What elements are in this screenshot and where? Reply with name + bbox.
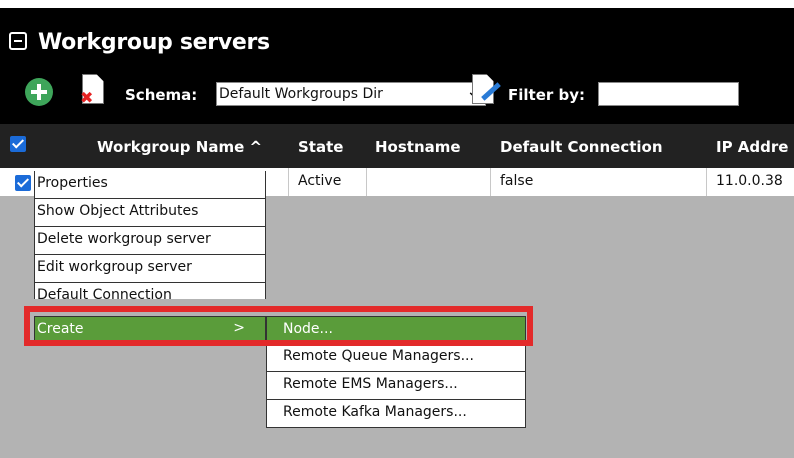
filter-edit-document-icon[interactable]	[472, 74, 504, 108]
column-workgroup-name[interactable]: Workgroup Name ^	[97, 138, 262, 156]
annotation-highlight-box	[24, 306, 533, 346]
menu-item-edit-workgroup-server[interactable]: Edit workgroup server	[34, 255, 266, 283]
workgroup-servers-panel: Workgroup servers ✖ Schema: Default Work…	[0, 0, 794, 458]
filter-label: Filter by:	[508, 86, 586, 104]
schema-select[interactable]: Default Workgroups Dir	[216, 82, 486, 106]
panel-title: Workgroup servers	[38, 30, 270, 55]
column-divider	[366, 168, 367, 196]
select-all-checkbox[interactable]	[10, 136, 26, 152]
column-ip-address[interactable]: IP Addre	[716, 138, 788, 156]
collapse-minus-icon[interactable]	[9, 32, 27, 50]
submenu-item-remote-queue-managers[interactable]: Remote Queue Managers...	[266, 344, 526, 372]
schema-label: Schema:	[125, 86, 198, 104]
add-plus-circle-icon[interactable]	[25, 78, 53, 106]
submenu-item-remote-ems-managers[interactable]: Remote EMS Managers...	[266, 372, 526, 400]
cell-default-connection: false	[500, 173, 534, 189]
delete-document-icon[interactable]: ✖	[78, 74, 108, 108]
column-hostname[interactable]: Hostname	[375, 138, 461, 156]
column-default-connection[interactable]: Default Connection	[500, 138, 663, 156]
column-state[interactable]: State	[298, 138, 343, 156]
menu-item-show-object-attributes[interactable]: Show Object Attributes	[34, 199, 266, 227]
cell-state: Active	[298, 173, 342, 189]
table-column-header: Workgroup Name ^ State Hostname Default …	[0, 124, 794, 168]
filter-input[interactable]	[598, 82, 739, 106]
menu-item-delete-workgroup-server[interactable]: Delete workgroup server	[34, 227, 266, 255]
column-divider	[706, 168, 707, 196]
cell-ip-address: 11.0.0.38	[716, 173, 783, 189]
column-divider	[288, 168, 289, 196]
row-checkbox[interactable]	[15, 175, 31, 191]
column-divider	[490, 168, 491, 196]
panel-header: Workgroup servers ✖ Schema: Default Work…	[0, 8, 794, 124]
menu-item-default-connection[interactable]: Default Connection	[34, 283, 266, 299]
submenu-item-remote-kafka-managers[interactable]: Remote Kafka Managers...	[266, 400, 526, 428]
menu-item-properties[interactable]: Properties	[34, 171, 266, 199]
red-x-icon: ✖	[80, 88, 94, 107]
